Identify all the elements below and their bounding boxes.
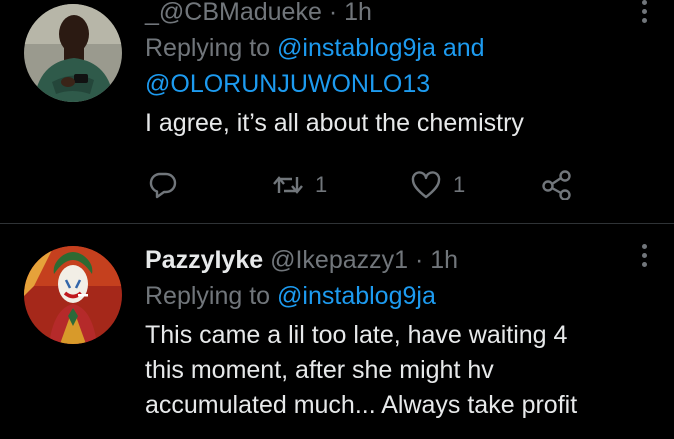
avatar[interactable]	[24, 4, 122, 102]
more-dot	[642, 9, 647, 14]
separator-dot: ·	[415, 246, 424, 274]
heart-icon	[411, 171, 441, 199]
like-button[interactable]: 1	[411, 170, 465, 200]
more-dot	[642, 253, 647, 258]
tweet[interactable]: _@CBMadueke · 1h Replying to @instablog9…	[0, 0, 674, 223]
retweet-count: 1	[315, 172, 328, 197]
retweet-icon	[273, 176, 303, 194]
avatar-image	[24, 246, 122, 344]
tweet-actions: 1 1	[145, 170, 585, 200]
tweet-text-line: This came a lil too late, have waiting 4	[145, 321, 568, 349]
mention-link[interactable]: @instablog9ja	[277, 282, 436, 310]
replying-to: Replying to @instablog9ja	[145, 278, 624, 314]
avatar[interactable]	[24, 246, 122, 344]
tweet-text-line: accumulated much... Always take profit	[145, 391, 578, 419]
tweet[interactable]: PazzyIyke @Ikepazzy1 · 1h Replying to @i…	[0, 224, 674, 439]
tweet-text: I agree, it’s all about the chemistry	[145, 109, 524, 137]
more-dot	[642, 18, 647, 23]
more-options-button[interactable]	[642, 244, 648, 271]
user-handle[interactable]: _@CBMadueke	[145, 0, 322, 26]
more-vertical-icon	[642, 244, 647, 249]
user-handle[interactable]: @Ikepazzy1	[270, 246, 408, 274]
more-options-button[interactable]	[642, 0, 648, 27]
reply-button[interactable]	[149, 170, 189, 200]
replying-to-label: Replying to	[145, 282, 271, 310]
more-dot	[642, 262, 647, 267]
reply-icon	[149, 172, 177, 199]
timestamp[interactable]: 1h	[344, 0, 372, 26]
more-vertical-icon	[642, 0, 647, 5]
mention-link[interactable]: @instablog9ja	[277, 34, 436, 62]
retweet-button[interactable]: 1	[273, 170, 327, 200]
mention-and[interactable]: and	[443, 34, 485, 62]
separator-dot: ·	[328, 0, 338, 26]
share-button[interactable]	[541, 170, 573, 200]
timestamp[interactable]: 1h	[430, 246, 458, 274]
tweet-header: PazzyIyke @Ikepazzy1 · 1h	[145, 242, 624, 278]
like-count: 1	[453, 172, 466, 197]
replying-to: Replying to @instablog9ja and @OLORUNJUW…	[145, 30, 624, 102]
replying-to-label: Replying to	[145, 34, 271, 62]
share-icon	[542, 170, 571, 200]
avatar-image	[24, 4, 122, 102]
tweet-text: This came a lil too late, have waiting 4…	[145, 318, 624, 423]
tweet-content: PazzyIyke @Ikepazzy1 · 1h Replying to @i…	[145, 242, 624, 423]
display-name[interactable]: PazzyIyke	[145, 246, 263, 274]
tweet-header: _@CBMadueke · 1h	[145, 0, 624, 30]
tweet-text-line: this moment, after she might hv	[145, 356, 494, 384]
tweet-content: _@CBMadueke · 1h Replying to @instablog9…	[145, 0, 624, 141]
mention-link[interactable]: @OLORUNJUWONLO13	[145, 70, 430, 98]
